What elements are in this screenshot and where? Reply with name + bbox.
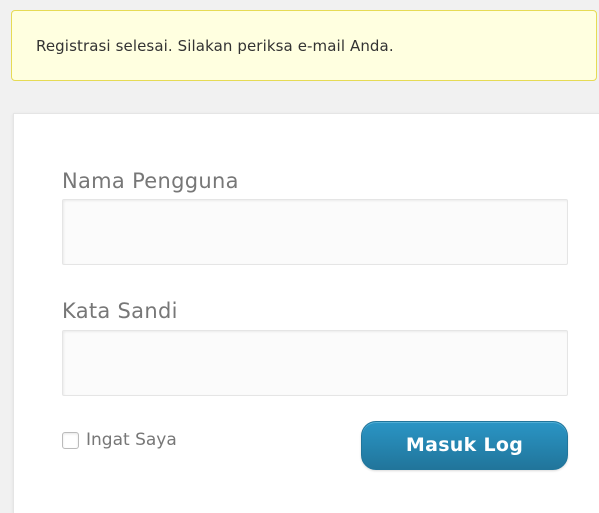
remember-me-label[interactable]: Ingat Saya bbox=[86, 430, 177, 450]
remember-me[interactable]: Ingat Saya bbox=[62, 430, 177, 450]
username-label: Nama Pengguna bbox=[62, 169, 239, 193]
notice-message: Registrasi selesai. Silakan periksa e-ma… bbox=[36, 36, 394, 55]
password-label: Kata Sandi bbox=[62, 299, 178, 323]
password-input[interactable] bbox=[62, 330, 568, 396]
registration-notice: Registrasi selesai. Silakan periksa e-ma… bbox=[11, 10, 597, 81]
login-button[interactable]: Masuk Log bbox=[361, 421, 568, 470]
login-form: Nama Pengguna Kata Sandi Ingat Saya Masu… bbox=[13, 113, 599, 513]
username-input[interactable] bbox=[62, 199, 568, 265]
remember-me-checkbox[interactable] bbox=[62, 431, 79, 449]
